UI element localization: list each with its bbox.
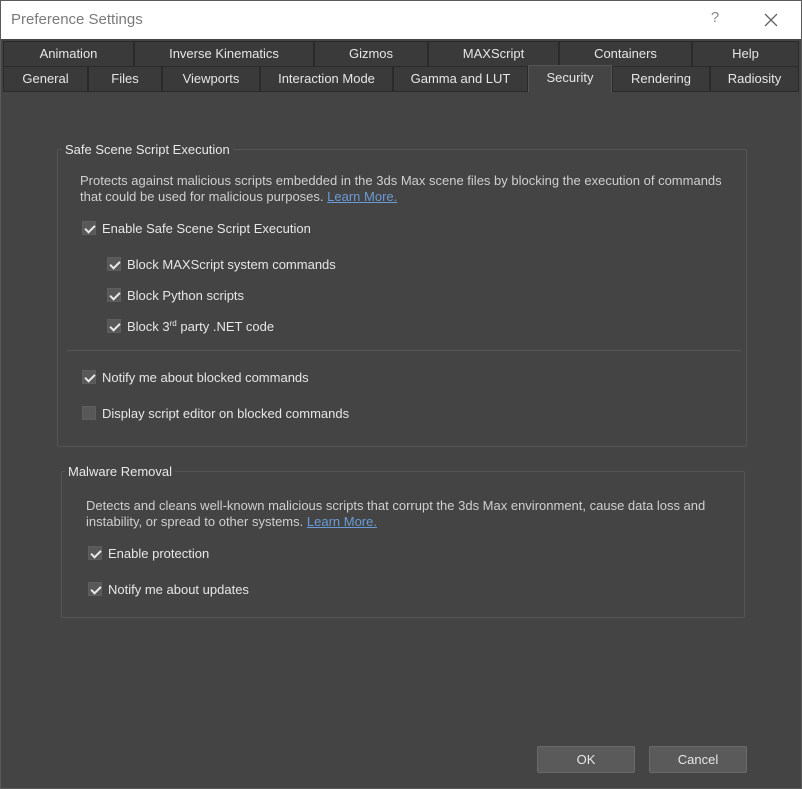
tab-viewports[interactable]: Viewports xyxy=(162,66,260,91)
close-icon xyxy=(764,13,778,27)
malware-group-title: Malware Removal xyxy=(65,464,176,479)
enable-protection-checkbox[interactable]: Enable protection xyxy=(88,544,209,562)
tab-maxscript[interactable]: MAXScript xyxy=(428,41,559,66)
safe-scene-divider xyxy=(67,350,741,351)
title-bar: Preference Settings ? xyxy=(1,1,801,39)
tab-files[interactable]: Files xyxy=(88,66,162,91)
cancel-button[interactable]: Cancel xyxy=(649,746,747,773)
tab-containers[interactable]: Containers xyxy=(559,41,692,66)
checkbox-block-maxscript[interactable] xyxy=(107,257,121,271)
checkbox-notify-updates[interactable] xyxy=(88,582,102,596)
tab-divider xyxy=(3,91,799,92)
checkbox-enable-protection[interactable] xyxy=(88,546,102,560)
ok-button[interactable]: OK xyxy=(537,746,635,773)
window-title: Preference Settings xyxy=(11,11,143,28)
tab-inverse-kinematics[interactable]: Inverse Kinematics xyxy=(134,41,314,66)
checkbox-enable-safe-scene[interactable] xyxy=(82,221,96,235)
checkbox-display-editor[interactable] xyxy=(82,406,96,420)
tab-gizmos[interactable]: Gizmos xyxy=(314,41,428,66)
notify-updates-checkbox[interactable]: Notify me about updates xyxy=(88,580,249,598)
block-net-label: Block 3rd party .NET code xyxy=(127,318,275,334)
tab-strip: Animation Inverse Kinematics Gizmos MAXS… xyxy=(1,39,801,93)
display-editor-label: Display script editor on blocked command… xyxy=(102,405,350,421)
tab-rendering[interactable]: Rendering xyxy=(612,66,710,91)
preference-settings-dialog: Preference Settings ? Animation Inverse … xyxy=(0,0,802,789)
block-maxscript-checkbox[interactable]: Block MAXScript system commands xyxy=(107,255,336,273)
block-python-checkbox[interactable]: Block Python scripts xyxy=(107,286,244,304)
block-maxscript-label: Block MAXScript system commands xyxy=(127,256,336,272)
tab-help[interactable]: Help xyxy=(692,41,799,66)
tab-interaction-mode[interactable]: Interaction Mode xyxy=(260,66,393,91)
tab-gamma-and-lut[interactable]: Gamma and LUT xyxy=(393,66,528,91)
tab-general[interactable]: General xyxy=(3,66,88,91)
checkbox-block-python[interactable] xyxy=(107,288,121,302)
tab-security[interactable]: Security xyxy=(528,65,612,92)
notify-blocked-label: Notify me about blocked commands xyxy=(102,369,309,385)
malware-description: Detects and cleans well-known malicious … xyxy=(86,498,706,529)
tab-animation[interactable]: Animation xyxy=(3,41,134,66)
safe-scene-group-title: Safe Scene Script Execution xyxy=(62,142,233,157)
safe-scene-description: Protects against malicious scripts embed… xyxy=(80,173,722,204)
checkbox-block-net[interactable] xyxy=(107,319,121,333)
close-button[interactable] xyxy=(755,7,787,33)
tab-radiosity[interactable]: Radiosity xyxy=(710,66,799,91)
notify-updates-label: Notify me about updates xyxy=(108,581,249,597)
safe-scene-learn-more-link[interactable]: Learn More. xyxy=(327,189,397,204)
notify-blocked-checkbox[interactable]: Notify me about blocked commands xyxy=(82,368,309,386)
enable-safe-scene-checkbox[interactable]: Enable Safe Scene Script Execution xyxy=(82,219,311,237)
enable-protection-label: Enable protection xyxy=(108,545,210,561)
help-button[interactable]: ? xyxy=(703,9,727,31)
block-net-checkbox[interactable]: Block 3rd party .NET code xyxy=(107,317,274,335)
malware-learn-more-link[interactable]: Learn More. xyxy=(307,514,377,529)
block-python-label: Block Python scripts xyxy=(127,287,245,303)
enable-safe-scene-label: Enable Safe Scene Script Execution xyxy=(102,220,311,236)
display-editor-checkbox[interactable]: Display script editor on blocked command… xyxy=(82,404,349,422)
checkbox-notify-blocked[interactable] xyxy=(82,370,96,384)
